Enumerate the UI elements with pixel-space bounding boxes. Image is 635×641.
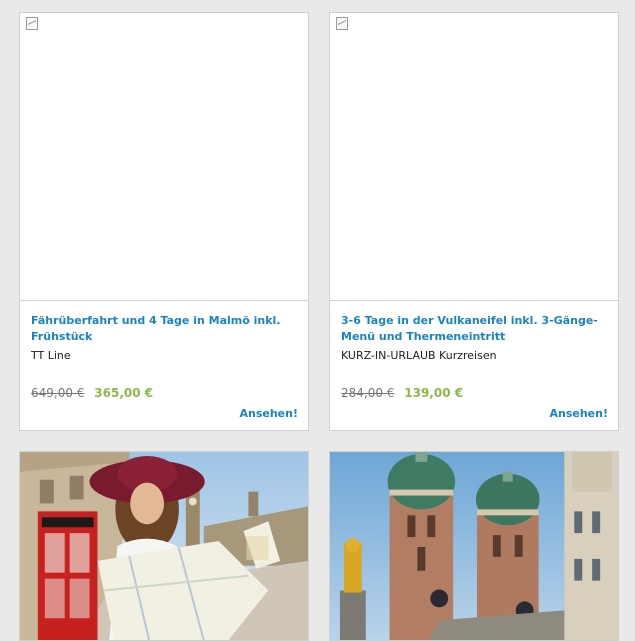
price-row: 284,00 € 139,00 € [341,386,463,400]
munich-frauenkirche-photo[interactable] [330,452,618,640]
price-row: 649,00 € 365,00 € [31,386,153,400]
deal-vendor: KURZ-IN-URLAUB Kurzreisen [341,349,497,362]
deal-title[interactable]: 3-6 Tage in der Vulkaneifel inkl. 3-Gäng… [341,313,611,345]
new-price: 365,00 € [94,386,154,400]
old-price: 649,00 € [31,386,85,400]
deal-card-munich[interactable] [329,451,619,641]
broken-image-icon [336,17,348,30]
london-tourist-photo[interactable] [20,452,308,640]
view-deal-link[interactable]: Ansehen! [240,407,299,420]
deal-card-vulkaneifel[interactable]: 3-6 Tage in der Vulkaneifel inkl. 3-Gäng… [329,12,619,431]
deal-title[interactable]: Fähr­überfahrt und 4 Tage in Malmö inkl.… [31,313,301,345]
new-price: 139,00 € [404,386,464,400]
deal-image-placeholder[interactable] [20,13,308,301]
deal-card-london[interactable] [19,451,309,641]
divider [330,300,618,301]
deal-vendor: TT Line [31,349,71,362]
old-price: 284,00 € [341,386,395,400]
deal-card-malmo[interactable]: Fähr­überfahrt und 4 Tage in Malmö inkl.… [19,12,309,431]
deal-image-placeholder[interactable] [330,13,618,301]
divider [20,300,308,301]
view-deal-link[interactable]: Ansehen! [550,407,609,420]
broken-image-icon [26,17,38,30]
